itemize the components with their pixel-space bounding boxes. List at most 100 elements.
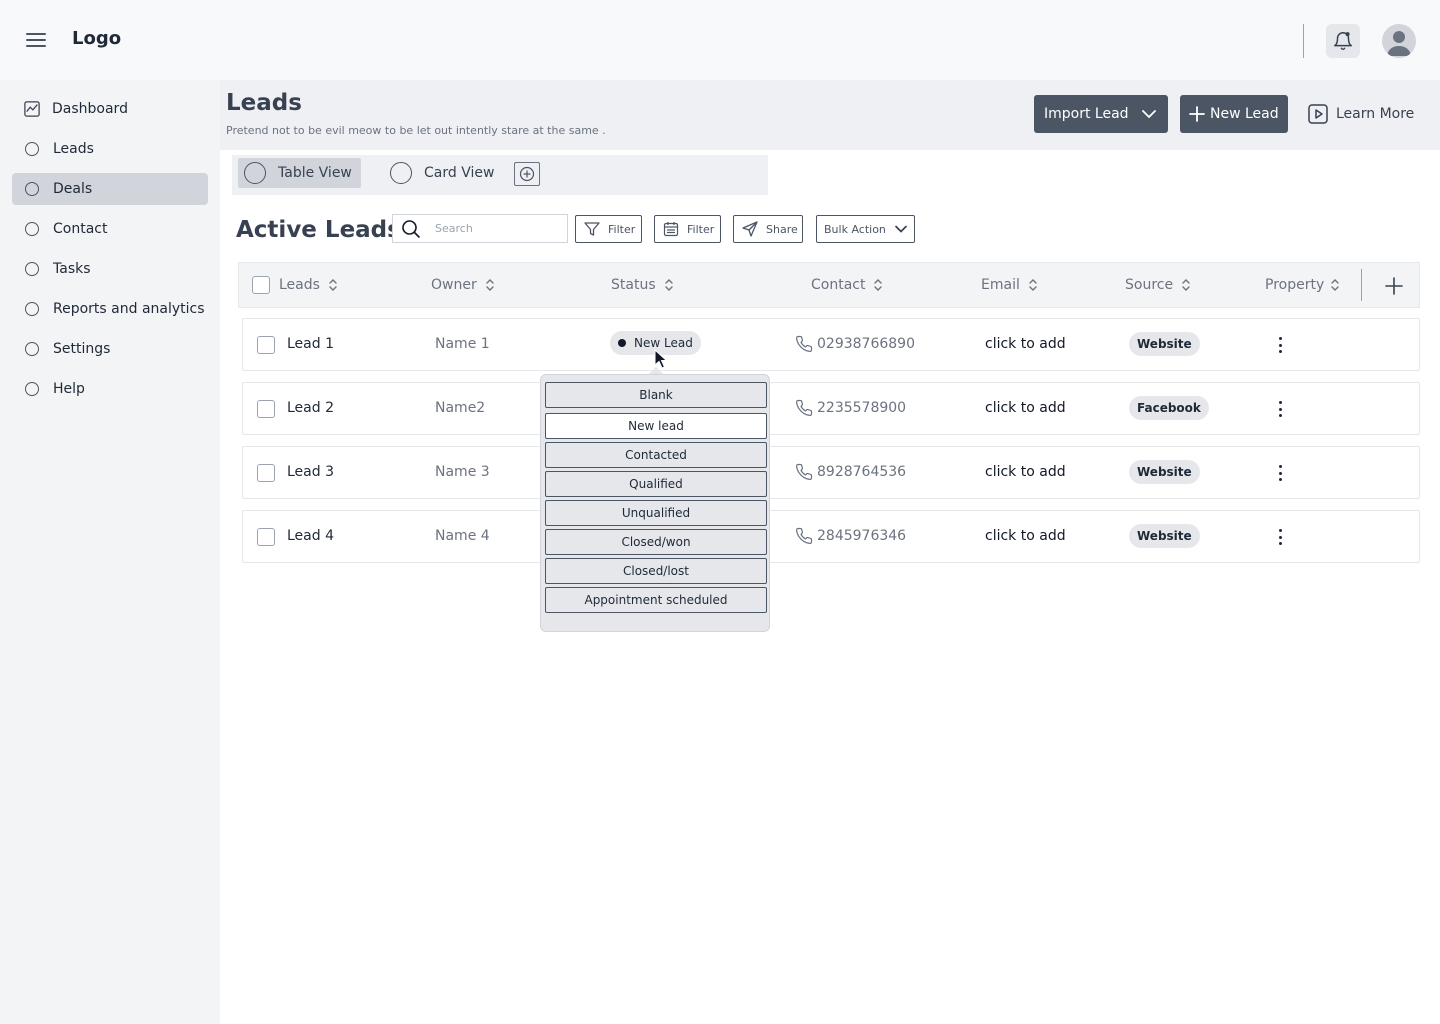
contact-number: 02938766890 [817,336,915,352]
date-filter-button[interactable]: Filter [654,215,721,243]
email-add-link[interactable]: click to add [985,528,1066,544]
learn-more-button[interactable]: Learn More [1308,102,1414,126]
chevron-down-icon [1141,110,1156,119]
lead-name[interactable]: Lead 1 [287,336,334,352]
sort-icon [1029,279,1037,291]
bulk-action-dropdown[interactable]: Bulk Action [816,215,915,243]
play-icon [1308,104,1328,124]
sidebar-item-deals[interactable]: Deals [12,173,208,205]
column-label: Property [1265,277,1325,293]
column-header-source[interactable]: Source [1125,277,1191,293]
circle-icon [390,162,412,184]
column-header-email[interactable]: Email [981,277,1038,293]
column-label: Owner [431,277,477,293]
status-option-closed-won[interactable]: Closed/won [545,529,767,555]
table-row[interactable]: Lead 3 Name 3 8928764536 click to add We… [242,446,1420,499]
row-checkbox[interactable] [257,336,275,354]
filter-button[interactable]: Filter [575,215,642,243]
status-option-unqualified[interactable]: Unqualified [545,500,767,526]
status-option-new-lead[interactable]: New lead [545,413,767,439]
owner-name: Name 3 [435,464,490,480]
import-lead-label: Import Lead [1044,106,1129,122]
phone-icon [795,399,813,417]
top-bar: Logo [0,0,1440,80]
plus-icon [1189,106,1205,122]
contact-cell: 2845976346 [795,527,906,545]
hamburger-menu-icon[interactable] [26,32,46,48]
column-header-property[interactable]: Property [1265,277,1340,293]
row-checkbox[interactable] [257,464,275,482]
column-header-owner[interactable]: Owner [431,277,495,293]
plus-icon [1385,277,1403,295]
status-dropdown: Blank New lead Contacted Qualified Unqua… [540,374,770,632]
sort-icon [1182,279,1190,291]
sidebar-item-dashboard[interactable]: Dashboard [12,93,208,125]
page-title: Leads [226,90,302,116]
row-checkbox[interactable] [257,400,275,418]
search-input[interactable] [435,222,555,235]
more-options-icon[interactable] [1271,335,1289,355]
tab-table-view[interactable]: Table View [238,158,361,188]
new-lead-button[interactable]: New Lead [1180,95,1288,133]
filter-icon [584,222,600,236]
column-header-contact[interactable]: Contact [811,277,883,293]
status-option-contacted[interactable]: Contacted [545,442,767,468]
column-label: Leads [279,277,320,293]
share-button[interactable]: Share [733,215,803,243]
row-checkbox[interactable] [257,528,275,546]
share-label: Share [766,222,798,236]
phone-icon [795,463,813,481]
owner-name: Name2 [435,400,486,416]
lead-name[interactable]: Lead 3 [287,464,334,480]
status-option-qualified[interactable]: Qualified [545,471,767,497]
sidebar-item-help[interactable]: Help [12,373,208,405]
logo: Logo [72,28,122,49]
sort-icon [1331,279,1339,291]
status-option-closed-lost[interactable]: Closed/lost [545,558,767,584]
sidebar-item-reports[interactable]: Reports and analytics [12,293,208,325]
select-all-checkbox[interactable] [252,276,270,294]
search-box[interactable] [392,214,568,243]
send-icon [742,221,758,237]
status-option-blank[interactable]: Blank [545,382,767,408]
add-view-button[interactable] [514,162,540,186]
sidebar-item-label: Contact [53,221,108,237]
import-lead-button[interactable]: Import Lead [1034,95,1168,133]
view-switcher: Table View Card View [232,155,768,195]
add-column-button[interactable] [1383,275,1405,297]
lead-name[interactable]: Lead 4 [287,528,334,544]
sidebar-item-settings[interactable]: Settings [12,333,208,365]
column-header-leads[interactable]: Leads [279,277,338,293]
sidebar-item-leads[interactable]: Leads [12,133,208,165]
tab-label: Table View [278,165,352,181]
more-options-icon[interactable] [1271,527,1289,547]
email-add-link[interactable]: click to add [985,336,1066,352]
contact-number: 2845976346 [817,528,907,544]
status-option-appointment-scheduled[interactable]: Appointment scheduled [545,587,767,613]
plus-circle-icon [519,166,535,182]
table-row[interactable]: Lead 1 Name 1 New Lead 02938766890 click… [242,318,1420,371]
circle-icon [25,382,39,396]
status-label: New Lead [634,336,693,350]
calendar-icon [663,222,679,237]
table-row[interactable]: Lead 4 Name 4 2845976346 click to add We… [242,510,1420,563]
email-add-link[interactable]: click to add [985,464,1066,480]
contact-cell: 8928764536 [795,463,906,481]
status-dot-icon [618,339,626,347]
circle-icon [244,162,266,184]
table-row[interactable]: Lead 2 Name2 2235578900 click to add Fac… [242,382,1420,435]
more-options-icon[interactable] [1271,463,1289,483]
notification-button[interactable] [1326,24,1360,58]
tab-card-view[interactable]: Card View [390,158,510,188]
sidebar-item-tasks[interactable]: Tasks [12,253,208,285]
more-options-icon[interactable] [1271,399,1289,419]
column-header-status[interactable]: Status [611,277,674,293]
email-add-link[interactable]: click to add [985,400,1066,416]
sidebar-item-contact[interactable]: Contact [12,213,208,245]
column-label: Status [611,277,656,293]
avatar[interactable] [1382,24,1416,58]
lead-name[interactable]: Lead 2 [287,400,334,416]
bell-icon [1334,32,1352,51]
contact-cell: 2235578900 [795,399,906,417]
source-badge: Website [1129,524,1200,548]
